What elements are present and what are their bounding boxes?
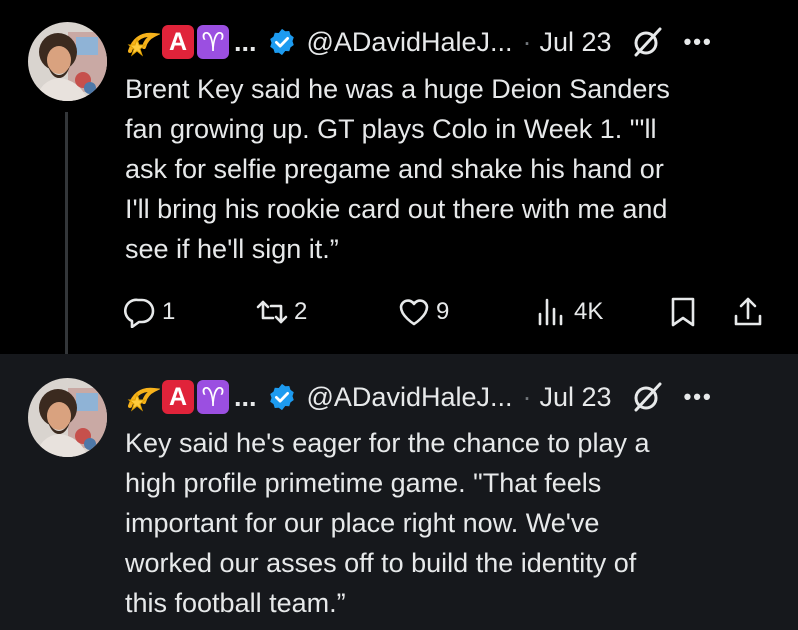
repost-button[interactable]: 2 (256, 290, 307, 334)
bookmark-icon (671, 297, 695, 327)
verified-badge-icon (269, 28, 294, 56)
avatar[interactable] (28, 22, 107, 101)
tweet-text: Brent Key said he was a huge Deion Sande… (125, 74, 670, 264)
heart-icon (399, 299, 429, 326)
dizzy-emoji-icon (127, 387, 160, 412)
aries-emoji-icon: ♈ (197, 380, 229, 414)
tweet-date[interactable]: Jul 23 (540, 382, 612, 413)
reply-count: 1 (162, 298, 176, 325)
tweet-date[interactable]: Jul 23 (540, 27, 612, 58)
name-ellipsis: ... (234, 381, 257, 412)
share-icon (734, 297, 762, 326)
reply-button[interactable]: 1 (124, 290, 175, 334)
repost-count: 2 (294, 298, 308, 325)
separator-dot: · (522, 26, 532, 57)
share-button[interactable] (732, 290, 764, 334)
repost-icon (256, 300, 288, 324)
tweet-2[interactable]: A ♈ ... @ADavidHaleJ... · Jul 23 ••• Key… (0, 354, 798, 630)
name-ellipsis: ... (234, 26, 257, 57)
verified-badge-icon (269, 383, 294, 411)
analytics-icon (538, 298, 563, 326)
grok-icon[interactable] (630, 380, 664, 414)
more-options-icon[interactable]: ••• (684, 384, 713, 410)
bookmark-button[interactable] (667, 290, 699, 334)
user-handle[interactable]: @ADavidHaleJ... (307, 27, 513, 58)
tweet-1[interactable]: A ♈ ... @ADavidHaleJ... · Jul 23 ••• Bre… (0, 0, 798, 370)
aries-emoji-icon: ♈ (197, 25, 229, 59)
tweet-header: A ♈ ... @ADavidHaleJ... · Jul 23 ••• (126, 375, 713, 419)
like-count: 9 (436, 298, 450, 325)
grok-icon[interactable] (630, 25, 664, 59)
reply-icon (124, 298, 155, 328)
avatar[interactable] (28, 378, 107, 457)
tweet-header: A ♈ ... @ADavidHaleJ... · Jul 23 ••• (126, 20, 713, 64)
dizzy-emoji-icon (127, 32, 160, 57)
a-button-emoji-icon: A (162, 25, 194, 59)
like-button[interactable]: 9 (398, 290, 449, 334)
user-handle[interactable]: @ADavidHaleJ... (307, 382, 513, 413)
view-count: 4K (574, 298, 604, 325)
separator-dot: · (522, 381, 532, 412)
views-button[interactable]: 4K (536, 290, 603, 334)
a-button-emoji-icon: A (162, 380, 194, 414)
tweet-actions: 1 2 9 4K (0, 290, 798, 334)
more-options-icon[interactable]: ••• (684, 29, 713, 55)
tweet-text: Key said he's eager for the chance to pl… (125, 428, 650, 618)
